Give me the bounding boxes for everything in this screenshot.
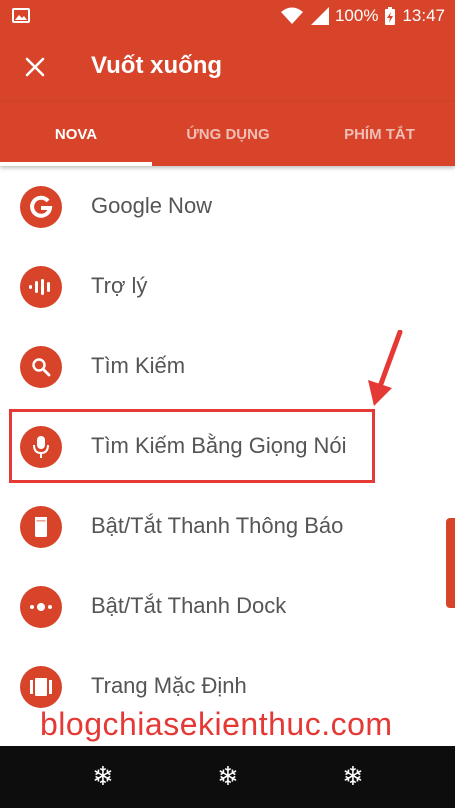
list-item-label: Trợ lý xyxy=(91,273,148,298)
list-item-label: Trang Mặc Định xyxy=(91,673,247,698)
image-icon xyxy=(12,8,30,23)
list-item-tro-ly[interactable]: Trợ lý xyxy=(0,246,440,326)
close-icon xyxy=(25,57,45,77)
nav-back-button[interactable]: ❄ xyxy=(88,762,118,792)
assistant-icon xyxy=(20,266,62,308)
clock-time: 13:47 xyxy=(402,6,445,25)
search-icon xyxy=(20,346,62,388)
pages-icon xyxy=(20,666,62,708)
wifi-icon xyxy=(280,7,303,24)
list-item-label: Google Now xyxy=(91,193,213,218)
scroll-handle[interactable] xyxy=(446,518,455,608)
status-bar: 100% 13:47 xyxy=(0,0,455,32)
watermark: blogchiasekienthuc.com xyxy=(40,706,393,742)
list-item-label: Tìm Kiếm xyxy=(91,353,186,378)
battery-charging-icon xyxy=(385,7,396,25)
phone-icon xyxy=(20,506,62,548)
action-list: Google Now Trợ lý Tìm Kiếm Tìm Kiếm Bằng… xyxy=(0,166,455,746)
dock-icon xyxy=(20,586,62,628)
tab-ung-dung[interactable]: ỨNG DỤNG xyxy=(152,102,304,166)
nav-home-button[interactable]: ❄ xyxy=(213,762,243,792)
battery-percentage: 100% xyxy=(334,6,379,25)
list-item-label: Bật/Tắt Thanh Thông Báo xyxy=(91,513,344,538)
list-item-thanh-dock[interactable]: Bật/Tắt Thanh Dock xyxy=(0,566,440,646)
list-item-tim-kiem-giong-noi[interactable]: Tìm Kiếm Bằng Giọng Nói xyxy=(0,406,440,486)
signal-icon xyxy=(310,7,329,25)
page-title: Vuốt xuống xyxy=(91,52,223,79)
list-item-tim-kiem[interactable]: Tìm Kiếm xyxy=(0,326,440,406)
nav-recents-button[interactable]: ❄ xyxy=(338,762,368,792)
microphone-icon xyxy=(20,426,62,468)
google-icon xyxy=(20,186,62,228)
list-item-label: Tìm Kiếm Bằng Giọng Nói xyxy=(91,433,347,458)
app-bar: Vuốt xuống xyxy=(0,32,455,102)
list-item-google-now[interactable]: Google Now xyxy=(0,166,440,246)
navigation-bar: ❄ ❄ ❄ xyxy=(0,746,455,808)
close-button[interactable] xyxy=(18,50,52,84)
list-item-label: Bật/Tắt Thanh Dock xyxy=(91,593,287,618)
list-item-thanh-thong-bao[interactable]: Bật/Tắt Thanh Thông Báo xyxy=(0,486,440,566)
tab-phim-tat[interactable]: PHÍM TẮT xyxy=(304,102,455,166)
tab-bar: NOVA ỨNG DỤNG PHÍM TẮT xyxy=(0,102,455,166)
tab-nova[interactable]: NOVA xyxy=(0,102,152,166)
